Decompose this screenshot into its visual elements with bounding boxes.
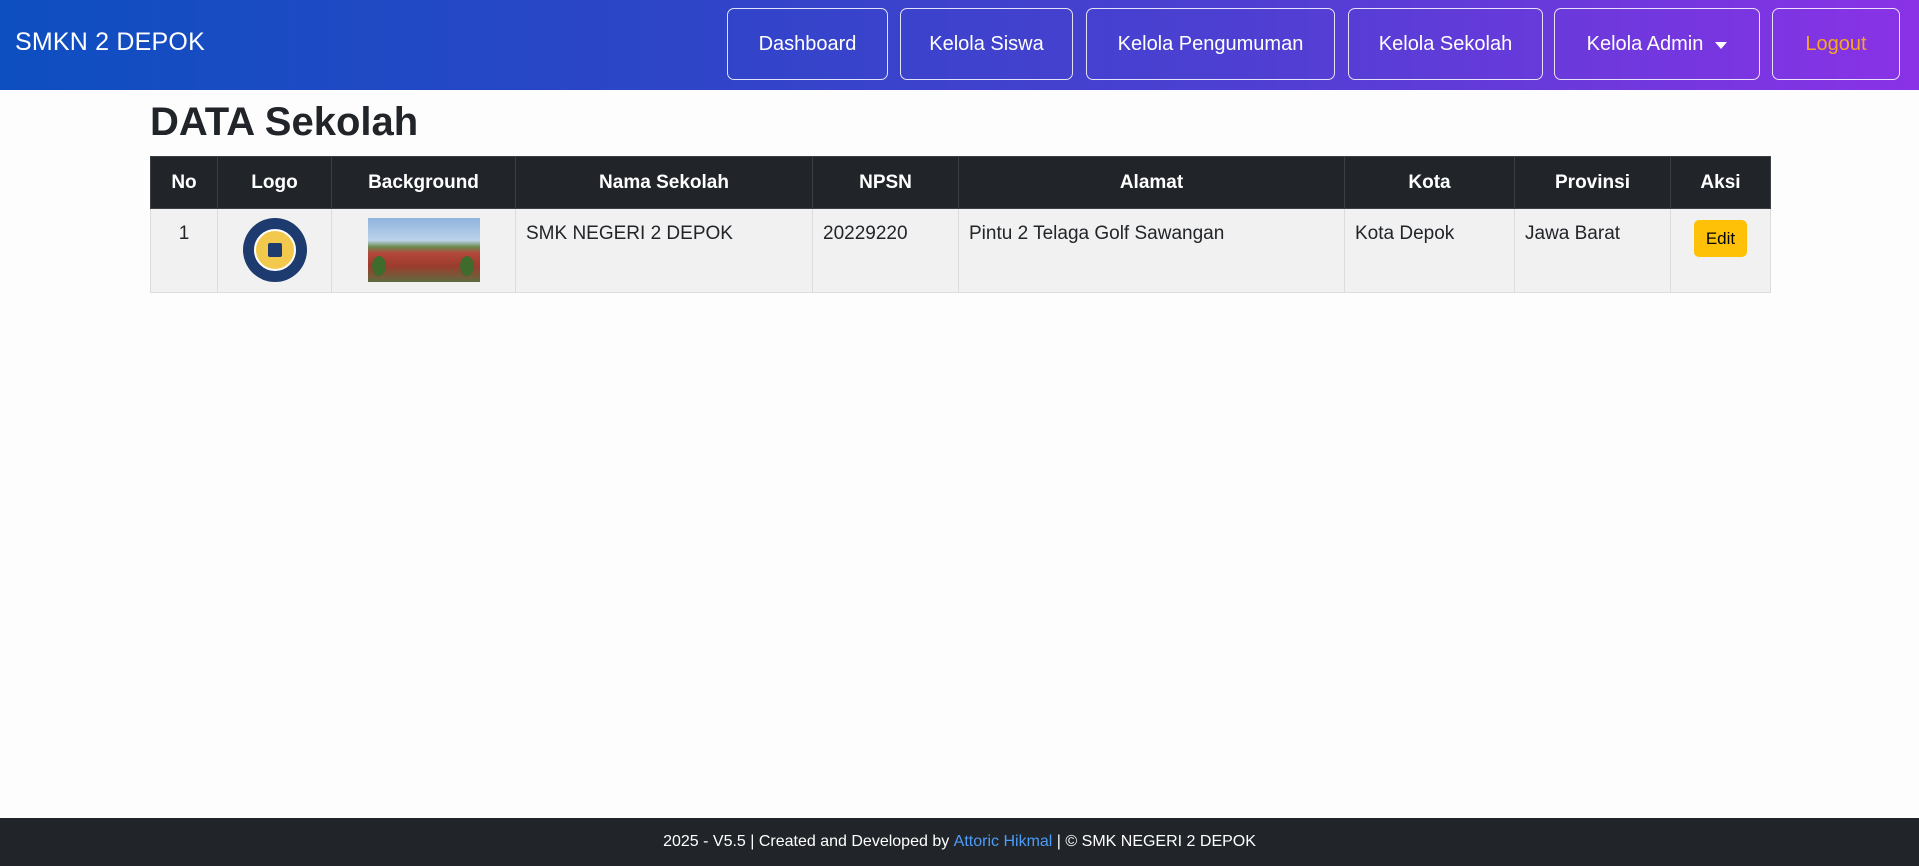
nav-dashboard-button[interactable]: Dashboard xyxy=(727,8,888,80)
cell-alamat: Pintu 2 Telaga Golf Sawangan xyxy=(958,208,1345,293)
header-background: Background xyxy=(331,156,516,209)
school-data-table: No Logo Background Nama Sekolah NPSN Ala… xyxy=(150,156,1771,293)
cell-background xyxy=(331,208,516,293)
nav-kelola-siswa-button[interactable]: Kelola Siswa xyxy=(900,8,1073,80)
table-row: 1 SMK NEGERI 2 DEPOK 20229220 Pintu 2 Te… xyxy=(150,208,1771,293)
logout-button[interactable]: Logout xyxy=(1772,8,1900,80)
logout-label: Logout xyxy=(1805,32,1867,55)
nav-kelola-admin-dropdown[interactable]: Kelola Admin xyxy=(1554,8,1760,80)
nav-kelola-pengumuman-label: Kelola Pengumuman xyxy=(1117,32,1304,55)
footer-author-link[interactable]: Attoric Hikmal xyxy=(954,833,1053,851)
nav-kelola-sekolah-button[interactable]: Kelola Sekolah xyxy=(1348,8,1543,80)
nav-kelola-admin-label: Kelola Admin xyxy=(1586,32,1704,55)
nav-kelola-sekolah-label: Kelola Sekolah xyxy=(1378,32,1513,55)
header-no: No xyxy=(150,156,218,209)
edit-button[interactable]: Edit xyxy=(1693,220,1748,257)
school-logo-image xyxy=(242,218,307,282)
brand-title[interactable]: SMKN 2 DEPOK xyxy=(15,28,205,57)
header-provinsi: Provinsi xyxy=(1514,156,1671,209)
table-header-row: No Logo Background Nama Sekolah NPSN Ala… xyxy=(150,156,1771,209)
school-background-image xyxy=(367,218,480,282)
nav-kelola-pengumuman-button[interactable]: Kelola Pengumuman xyxy=(1086,8,1335,80)
header-logo: Logo xyxy=(217,156,332,209)
navbar: SMKN 2 DEPOK Dashboard Kelola Siswa Kelo… xyxy=(0,0,1919,90)
page-title: DATA Sekolah xyxy=(150,100,419,144)
cell-nama-sekolah: SMK NEGERI 2 DEPOK xyxy=(515,208,813,293)
header-kota: Kota xyxy=(1344,156,1515,209)
cell-kota: Kota Depok xyxy=(1344,208,1515,293)
header-nama-sekolah: Nama Sekolah xyxy=(515,156,813,209)
footer: 2025 - V5.5 | Created and Developed by A… xyxy=(0,818,1919,866)
header-alamat: Alamat xyxy=(958,156,1345,209)
cell-logo xyxy=(217,208,332,293)
cell-no: 1 xyxy=(150,208,218,293)
footer-prefix: 2025 - V5.5 | Created and Developed by xyxy=(663,833,954,850)
cell-provinsi: Jawa Barat xyxy=(1514,208,1671,293)
chevron-down-icon xyxy=(1715,41,1728,49)
nav-dashboard-label: Dashboard xyxy=(758,32,857,55)
nav-kelola-siswa-label: Kelola Siswa xyxy=(929,32,1044,55)
header-aksi: Aksi xyxy=(1670,156,1771,209)
cell-aksi: Edit xyxy=(1670,208,1771,293)
footer-suffix: | © SMK NEGERI 2 DEPOK xyxy=(1052,833,1256,850)
header-npsn: NPSN xyxy=(812,156,959,209)
cell-npsn: 20229220 xyxy=(812,208,959,293)
